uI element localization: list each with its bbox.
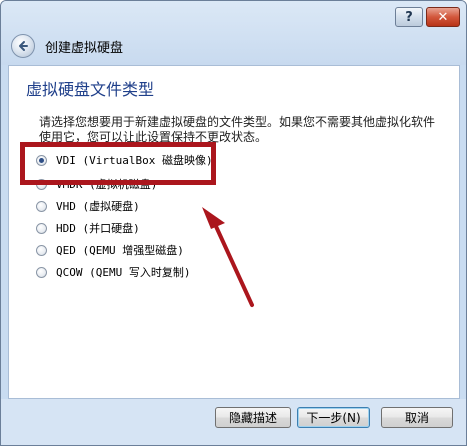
cancel-button[interactable]: 取消 (381, 407, 453, 428)
hide-description-button[interactable]: 隐藏描述 (215, 407, 291, 428)
annotation-arrow-shaft (212, 220, 254, 307)
next-button[interactable]: 下一步(N) (297, 407, 370, 428)
annotation-arrow-head (202, 207, 225, 229)
annotation-arrow (202, 207, 254, 307)
wizard-window: ? ✕ 创建虚拟硬盘 虚拟硬盘文件类型 请选择您想要用于新建虚拟硬盘的文件类型。… (0, 0, 467, 446)
